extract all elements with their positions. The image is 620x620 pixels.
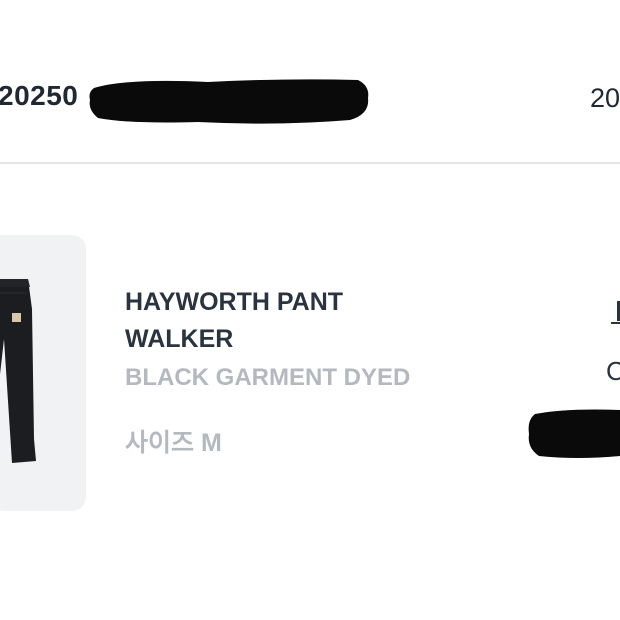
brand-tag [12, 313, 21, 322]
order-status: C [606, 356, 620, 386]
price-glyph-fragment [611, 322, 620, 324]
redaction-mark-price [528, 409, 620, 458]
pants-icon [0, 279, 36, 463]
order-number: 20250 [0, 80, 79, 111]
order-header: 20250 20 [0, 0, 620, 162]
product-name[interactable]: HAYWORTH PANT WALKER [125, 284, 465, 358]
section-divider [0, 162, 620, 164]
product-size: 사이즈 M [125, 429, 222, 457]
product-thumbnail[interactable] [0, 235, 86, 511]
order-date: 20 [590, 83, 620, 113]
product-color: BLACK GARMENT DYED [125, 364, 411, 391]
redaction-mark [89, 79, 369, 124]
